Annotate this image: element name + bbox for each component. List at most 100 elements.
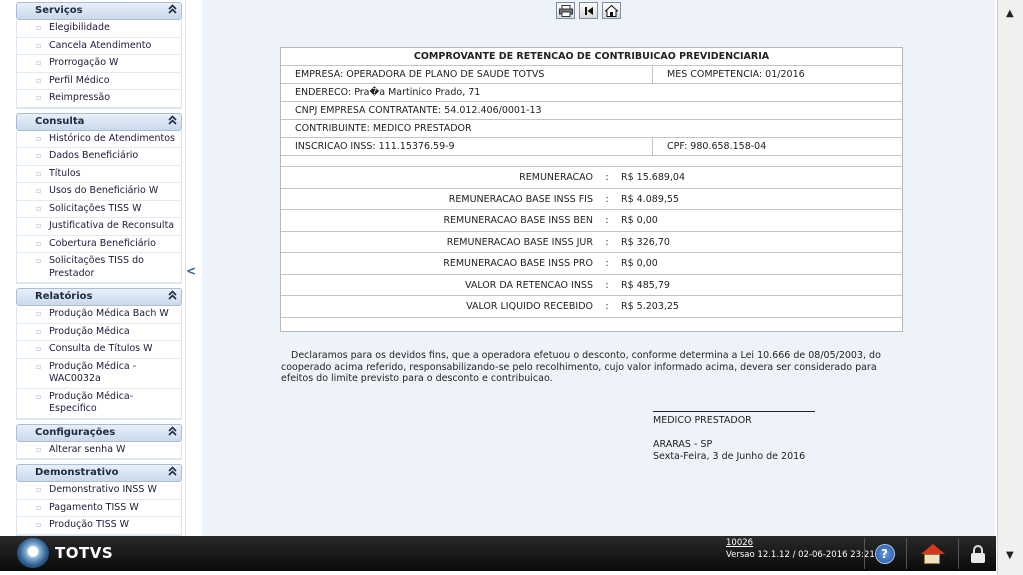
sidebar-menu-item[interactable]: ▫ Solicitações TISS W bbox=[17, 201, 181, 218]
value-label: REMUNERACAO bbox=[519, 172, 593, 183]
value-label: REMUNERACAO BASE INSS BEN bbox=[443, 215, 593, 226]
sidebar-section-header[interactable]: Serviços bbox=[16, 2, 182, 20]
contribution-receipt: COMPROVANTE DE RETENCAO DE CONTRIBUICAO … bbox=[280, 47, 903, 332]
sidebar-menu-item[interactable]: ▫ Cancela Atendimento bbox=[17, 38, 181, 55]
sidebar-menu-item[interactable]: ▫ Alterar senha W bbox=[17, 442, 181, 459]
sidebar-section-title: Relatórios bbox=[35, 291, 93, 302]
sidebar-menu-item-label: Pagamento TISS W bbox=[49, 501, 139, 513]
totvs-logo-icon bbox=[17, 538, 49, 568]
first-page-button[interactable] bbox=[579, 2, 598, 19]
help-button[interactable]: ? bbox=[864, 538, 904, 569]
sidebar-menu-item[interactable]: ▫ Pagamento TISS W bbox=[17, 500, 181, 517]
bullet-icon: ▫ bbox=[36, 309, 42, 318]
sidebar-menu-item-label: Histórico de Atendimentos bbox=[49, 132, 175, 144]
bullet-icon: ▫ bbox=[36, 520, 42, 529]
sidebar-menu-item[interactable]: ▫ Demonstrativo INSS W bbox=[17, 482, 181, 500]
sidebar-section-header[interactable]: Consulta bbox=[16, 112, 182, 132]
sidebar-section-items: ▫ Histórico de Atendimentos ▫ Dados Benefic… bbox=[16, 130, 182, 284]
bullet-icon: ▫ bbox=[36, 326, 42, 336]
company-row: EMPRESA: OPERADORA DE PLANO DE SAUDE TOT… bbox=[281, 66, 902, 84]
sidebar-menu-item[interactable]: ▫ Reimpressão bbox=[17, 90, 181, 108]
sidebar-section-items: ▫ Produção Médica Bach W ▫ Produção Médica ▫… bbox=[16, 306, 182, 420]
sidebar-section-title: Serviços bbox=[35, 5, 83, 16]
sidebar-menu-item-label: Consulta de Títulos W bbox=[49, 343, 153, 354]
signature-date: Sexta-Feira, 3 de Junho de 2016 bbox=[653, 451, 806, 462]
vertical-scrollbar[interactable]: ▲ ▼ bbox=[997, 0, 1023, 575]
value-separator: : bbox=[605, 172, 609, 183]
bullet-icon: ▫ bbox=[36, 344, 42, 353]
sidebar-menu-item-label: Cobertura Beneficiário bbox=[49, 237, 156, 249]
sidebar-menu-item-label: Usos do Beneficiário W bbox=[49, 185, 159, 196]
sidebar-menu-item-label: Cancela Atendimento bbox=[49, 39, 152, 51]
sidebar-menu-item[interactable]: ▫ Prorrogação W bbox=[17, 55, 181, 73]
bullet-icon: ▫ bbox=[36, 75, 42, 85]
sidebar-menu-item-label: Produção Médica-Especifico bbox=[49, 390, 134, 415]
sidebar-menu-item[interactable]: ▫ Produção TISS W bbox=[17, 517, 181, 535]
contributor-row: CONTRIBUINTE: MEDICO PRESTADOR bbox=[281, 120, 902, 138]
sidebar-menu-item[interactable]: ▫ Cobertura Beneficiário bbox=[17, 236, 181, 253]
scroll-down-icon[interactable]: ▼ bbox=[1006, 550, 1014, 561]
printer-icon bbox=[558, 4, 573, 17]
sidebar-menu-item[interactable]: ▫ Títulos bbox=[17, 166, 181, 183]
value-amount: R$ 485,79 bbox=[621, 279, 670, 291]
bullet-icon: ▫ bbox=[36, 203, 42, 213]
version-text: Versao 12.1.12 / 02-06-2016 23:21 bbox=[726, 550, 875, 560]
values-table: REMUNERACAO: R$ 15.689,04 REMUNERACAO BASE… bbox=[281, 167, 902, 318]
bullet-icon: ▫ bbox=[36, 238, 42, 248]
company-name: EMPRESA: OPERADORA DE PLANO DE SAUDE TOT… bbox=[281, 66, 653, 83]
double-chevron-up-icon[interactable] bbox=[168, 465, 177, 483]
bullet-icon: ▫ bbox=[36, 221, 42, 230]
value-row: REMUNERACAO BASE INSS FIS: R$ 4.089,55 bbox=[281, 189, 902, 210]
sidebar-menu-item[interactable]: ▫ Produção Médica Bach W bbox=[17, 306, 181, 324]
value-label: REMUNERACAO BASE INSS PRO bbox=[443, 258, 593, 269]
sidebar-section-header[interactable]: Demonstrativo bbox=[16, 464, 182, 482]
value-label: VALOR DA RETENCAO INSS bbox=[464, 279, 593, 291]
section-spacer bbox=[281, 156, 902, 167]
sidebar-menu-item[interactable]: ▫ Produção Médica - WAC0032a bbox=[17, 359, 181, 389]
bullet-icon: ▫ bbox=[36, 23, 42, 32]
inss-registration: INSCRICAO INSS: 111.15376.59-9 bbox=[281, 138, 653, 155]
sidebar-menu-item[interactable]: ▫ Justificativa de Reconsulta bbox=[17, 218, 181, 236]
value-row: REMUNERACAO BASE INSS JUR: R$ 326,70 bbox=[281, 232, 902, 253]
logout-button[interactable] bbox=[958, 538, 996, 569]
bullet-icon: ▫ bbox=[36, 40, 42, 50]
sidebar-menu-item[interactable]: ▫ Consulta de Títulos W bbox=[17, 341, 181, 359]
sidebar-section-header[interactable]: Relatórios bbox=[16, 288, 182, 306]
sidebar-menu-item[interactable]: ▫ Produção Médica bbox=[17, 324, 181, 341]
sidebar-menu: Serviços ▫ Elegibilidade ▫ Cancela Atendimen… bbox=[0, 0, 186, 536]
sidebar-menu-item[interactable]: ▫ Produção Médica-Especifico bbox=[17, 389, 181, 419]
sidebar-menu-item[interactable]: ▫ Solicitações TISS do Prestador bbox=[17, 253, 181, 283]
sidebar-menu-item[interactable]: ▫ Elegibilidade bbox=[17, 20, 181, 38]
sidebar-menu-item-label: Títulos bbox=[49, 167, 81, 179]
bullet-icon: ▫ bbox=[36, 186, 42, 195]
double-chevron-up-icon[interactable] bbox=[168, 289, 177, 307]
double-chevron-up-icon[interactable] bbox=[168, 114, 177, 132]
value-row: REMUNERACAO BASE INSS PRO: R$ 0,00 bbox=[281, 253, 902, 275]
sidebar-menu-item[interactable]: ▫ Dados Beneficiário bbox=[17, 148, 181, 166]
sidebar-section-header[interactable]: Configurações bbox=[16, 423, 182, 443]
value-row: VALOR LIQUIDO RECEBIDO: R$ 5.203,25 bbox=[281, 296, 902, 318]
double-chevron-up-icon[interactable] bbox=[168, 425, 177, 443]
sidebar-menu-item-label: Reimpressão bbox=[49, 92, 111, 103]
house-icon bbox=[920, 543, 945, 564]
sidebar-menu-item[interactable]: ▫ Histórico de Atendimentos bbox=[17, 131, 181, 148]
sidebar-menu-item-label: Produção TISS W bbox=[49, 519, 130, 530]
scroll-up-icon[interactable]: ▲ bbox=[1006, 8, 1014, 19]
print-button[interactable] bbox=[556, 2, 575, 19]
sidebar-menu-item[interactable]: ▫ Perfil Médico bbox=[17, 73, 181, 90]
report-toolbar bbox=[556, 2, 621, 19]
address: ENDERECO: Pra�a Martinico Prado, 71 bbox=[295, 87, 481, 98]
home-portal-button[interactable] bbox=[906, 538, 956, 569]
sidebar-menu-item-label: Solicitações TISS do Prestador bbox=[49, 255, 144, 279]
bullet-icon: ▫ bbox=[36, 485, 42, 494]
sidebar-menu-item[interactable]: ▫ Usos do Beneficiário W bbox=[17, 183, 181, 201]
signer-name: MEDICO PRESTADOR bbox=[653, 415, 752, 426]
sidebar-menu-item-label: Produção Médica bbox=[49, 325, 130, 337]
home-button[interactable] bbox=[602, 2, 621, 19]
signature-line bbox=[653, 411, 815, 412]
cnpj: CNPJ EMPRESA CONTRATANTE: 54.012.406/000… bbox=[295, 105, 542, 116]
double-chevron-up-icon[interactable] bbox=[168, 3, 177, 21]
collapse-sidebar-button[interactable]: < bbox=[186, 264, 196, 278]
version-number-link[interactable]: 10026 bbox=[726, 538, 753, 548]
